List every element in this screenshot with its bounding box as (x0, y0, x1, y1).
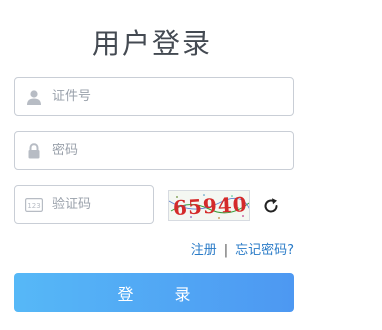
forgot-password-link[interactable]: 忘记密码? (235, 243, 294, 258)
svg-text:123: 123 (27, 202, 40, 210)
id-number-field[interactable] (14, 77, 294, 116)
captcha-code-text: 65940 (172, 192, 249, 220)
register-link[interactable]: 注册 (191, 243, 217, 258)
captcha-image[interactable]: 65940 (168, 190, 250, 221)
link-separator: | (223, 243, 229, 258)
account-links: 注册 | 忘记密码? (191, 239, 294, 258)
id-number-input[interactable] (52, 89, 293, 104)
password-input[interactable] (52, 143, 293, 158)
login-page: 用户登录 123 (0, 0, 382, 330)
user-icon (25, 88, 43, 106)
verification-code-field[interactable]: 123 (14, 185, 154, 224)
lock-icon (25, 142, 43, 160)
page-title: 用户登录 (91, 27, 212, 60)
code-123-icon: 123 (25, 196, 43, 214)
verification-code-input[interactable] (52, 197, 153, 212)
login-button[interactable]: 登 录 (14, 273, 294, 312)
refresh-icon[interactable] (261, 196, 281, 216)
password-field[interactable] (14, 131, 294, 170)
